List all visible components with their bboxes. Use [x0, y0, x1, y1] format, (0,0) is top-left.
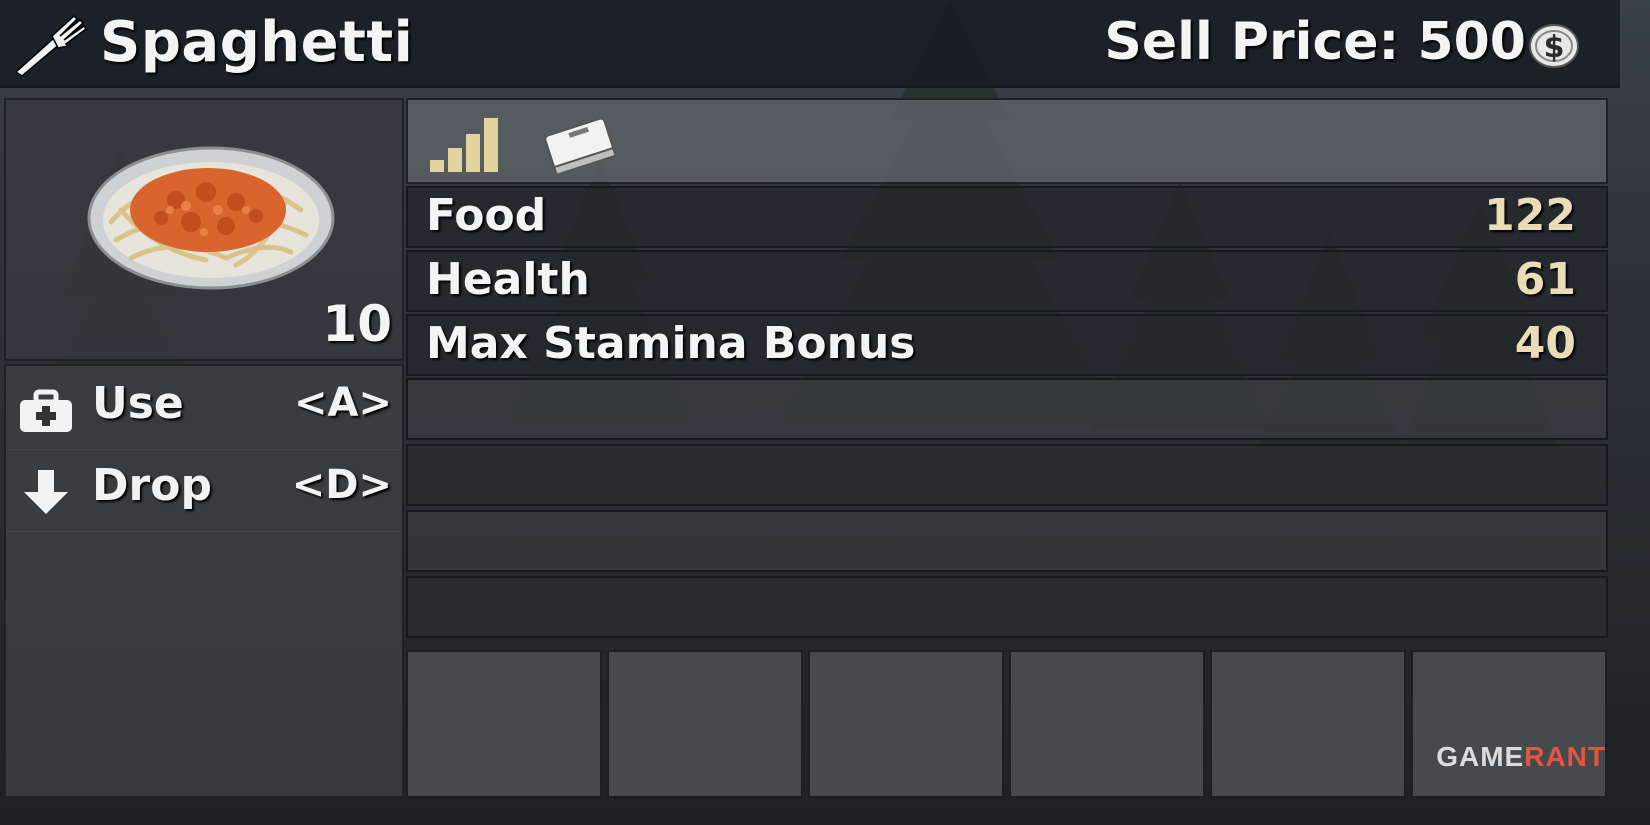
stats-tab-bar	[406, 98, 1608, 184]
use-key-hint: <A>	[294, 380, 392, 426]
stat-row-health: Health 61	[406, 250, 1608, 312]
item-name: Spaghetti	[100, 10, 414, 75]
stat-name: Health	[426, 254, 590, 305]
stack-count: 10	[322, 295, 392, 353]
mod-slots	[406, 650, 1608, 798]
svg-text:$: $	[1544, 30, 1565, 65]
item-header: Spaghetti Sell Price: 500 $	[0, 0, 1620, 88]
drop-action[interactable]: Drop <D>	[6, 450, 402, 532]
drop-label: Drop	[92, 460, 212, 511]
first-aid-kit-icon	[20, 389, 72, 432]
watermark-part1: GAME	[1436, 741, 1525, 772]
mod-slot[interactable]	[1009, 650, 1205, 798]
use-action[interactable]: Use <A>	[6, 368, 402, 450]
mod-slot[interactable]	[607, 650, 803, 798]
stat-name: Max Stamina Bonus	[426, 318, 916, 369]
mod-slot[interactable]	[406, 650, 602, 798]
stat-value: 61	[1514, 254, 1576, 305]
stat-name: Food	[426, 190, 547, 241]
book-icon[interactable]	[540, 112, 620, 174]
drop-key-hint: <D>	[291, 462, 392, 508]
stat-value: 40	[1514, 318, 1576, 369]
empty-stat-row	[406, 510, 1608, 572]
watermark-part2: RANT	[1524, 741, 1606, 772]
item-preview-panel: 10	[4, 98, 404, 361]
stat-value: 122	[1484, 190, 1576, 241]
coin-icon: $	[1529, 24, 1579, 68]
signal-bars-icon[interactable]	[428, 112, 506, 174]
gamerant-watermark: GAMERANT	[1436, 741, 1606, 773]
use-label: Use	[92, 378, 184, 429]
mod-slot[interactable]	[1411, 650, 1607, 798]
mod-slot[interactable]	[1210, 650, 1406, 798]
item-actions-panel: Use <A> Drop <D>	[4, 364, 404, 798]
spaghetti-item-image	[87, 146, 335, 290]
item-stats-panel: Food 122 Health 61 Max Stamina Bonus 40	[406, 98, 1608, 798]
fork-icon	[14, 14, 88, 76]
mod-slot[interactable]	[808, 650, 1004, 798]
arrow-down-icon	[24, 470, 68, 514]
empty-stat-row	[406, 576, 1608, 638]
empty-stat-row	[406, 378, 1608, 440]
stat-row-max-stamina-bonus: Max Stamina Bonus 40	[406, 314, 1608, 376]
empty-stat-row	[406, 444, 1608, 506]
stat-row-food: Food 122	[406, 186, 1608, 248]
sell-price: Sell Price: 500	[1104, 12, 1526, 72]
